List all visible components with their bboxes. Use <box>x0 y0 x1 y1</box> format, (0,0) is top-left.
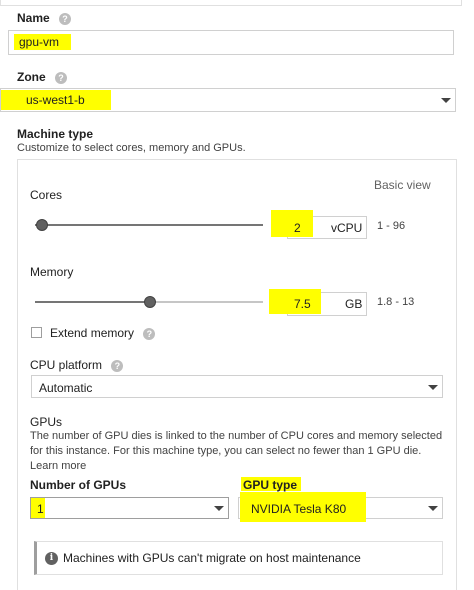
basic-view-link[interactable]: Basic view <box>374 178 431 192</box>
chevron-down-icon <box>428 506 438 511</box>
machine-type-label: Machine type <box>17 127 94 141</box>
number-of-gpus-value: 1 <box>37 502 44 516</box>
chevron-down-icon <box>214 506 224 511</box>
cores-highlight <box>271 210 313 237</box>
gpus-description-line1: The number of GPU dies is linked to the … <box>30 430 443 442</box>
cpu-platform-label: CPU platform <box>30 358 103 372</box>
memory-range: 1.8 - 13 <box>377 296 415 308</box>
help-icon[interactable]: ? <box>143 327 156 340</box>
number-of-gpus-label: Number of GPUs <box>30 478 127 492</box>
machine-type-description: Customize to select cores, memory and GP… <box>17 142 246 154</box>
cores-label: Cores <box>30 188 63 202</box>
top-card-edge <box>0 0 462 6</box>
gpus-label: GPUs <box>30 415 63 429</box>
gpu-type-label: GPU type <box>243 478 298 492</box>
cores-value: 2 <box>294 221 301 235</box>
memory-value: 7.5 <box>294 297 311 311</box>
name-input[interactable]: gpu-vm <box>8 30 454 55</box>
cores-range: 1 - 96 <box>377 220 406 232</box>
name-value: gpu-vm <box>14 34 72 50</box>
zone-label-row: Zone ? <box>17 70 68 84</box>
name-label: Name <box>17 11 50 25</box>
zone-select[interactable]: us-west1-b <box>0 88 456 112</box>
extend-memory-row: Extend memory ? <box>50 326 156 340</box>
notice-text: Machines with GPUs can't migrate on host… <box>63 551 361 565</box>
learn-more-link[interactable]: Learn more <box>30 460 86 472</box>
chevron-down-icon <box>428 385 438 390</box>
help-icon[interactable]: ? <box>59 12 72 25</box>
cores-unit: vCPU <box>331 221 363 235</box>
gpu-type-value: NVIDIA Tesla K80 <box>251 502 347 516</box>
info-icon: i <box>45 552 58 565</box>
extend-memory-checkbox[interactable] <box>31 327 42 338</box>
memory-label: Memory <box>30 265 74 279</box>
gpus-description-line2: for this instance. For this machine type… <box>30 445 422 457</box>
help-icon[interactable]: ? <box>111 359 124 372</box>
cpu-platform-select[interactable]: Automatic <box>31 375 443 398</box>
cores-slider-thumb[interactable] <box>36 219 48 231</box>
gpu-maintenance-notice: i Machines with GPUs can't migrate on ho… <box>34 541 443 575</box>
gpu-type-select[interactable]: NVIDIA Tesla K80 <box>238 492 443 522</box>
cpu-platform-label-row: CPU platform ? <box>30 358 124 372</box>
name-label-row: Name ? <box>17 11 72 25</box>
memory-unit: GB <box>345 297 363 311</box>
zone-label: Zone <box>17 70 46 84</box>
cpu-platform-value: Automatic <box>39 381 93 395</box>
memory-slider-thumb[interactable] <box>144 296 156 308</box>
number-of-gpus-select[interactable]: 1 <box>30 497 229 519</box>
memory-slider-track[interactable] <box>150 301 263 303</box>
cores-slider-track[interactable] <box>35 224 263 226</box>
zone-value: us-west1-b <box>1 90 111 110</box>
chevron-down-icon <box>441 98 451 103</box>
help-icon[interactable]: ? <box>55 71 68 84</box>
extend-memory-label: Extend memory <box>50 326 135 340</box>
memory-slider-fill[interactable] <box>35 301 150 303</box>
